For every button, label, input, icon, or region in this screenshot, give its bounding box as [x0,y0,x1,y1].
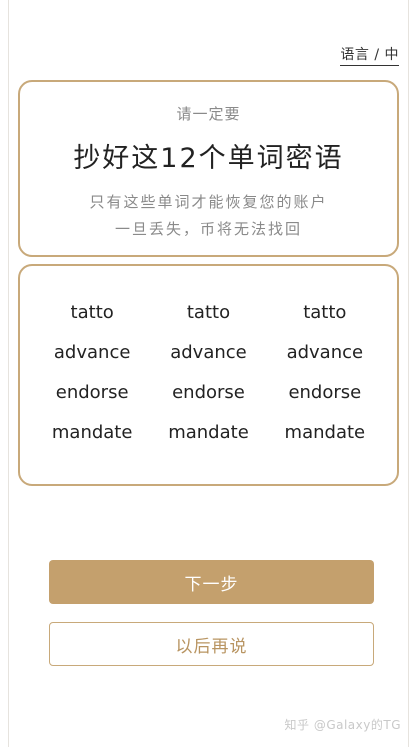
warning-title: 抄好这12个单词密语 [73,143,344,174]
mnemonic-word: tatto [186,302,231,323]
mnemonic-word: advance [286,342,364,363]
language-switch-link[interactable]: 语言 / 中 [340,44,399,66]
next-step-button[interactable]: 下一步 [49,560,374,604]
mnemonic-word: tatto [303,302,347,323]
warning-subtitle: 请一定要 [176,105,241,123]
mnemonic-word: advance [170,342,247,363]
later-button[interactable]: 以后再说 [49,622,374,666]
mnemonic-word: endorse [55,382,129,403]
warning-card: 请一定要 抄好这12个单词密语 只有这些单词才能恢复您的账户 一旦丢失，币将无法… [18,80,399,257]
mnemonic-word: endorse [288,382,362,403]
mnemonic-word: advance [53,342,131,363]
mnemonic-words-grid: tatto tatto tatto advance advance advanc… [34,302,383,444]
mnemonic-word: endorse [172,382,245,403]
warning-line-1: 只有这些单词才能恢复您的账户 [89,193,328,211]
warning-line-2: 一旦丢失，币将无法找回 [114,220,302,238]
mnemonic-word: mandate [51,422,133,443]
next-step-label: 下一步 [184,574,239,595]
mnemonic-word: tatto [70,302,114,323]
mnemonic-word: mandate [284,422,366,443]
mnemonic-words-card: tatto tatto tatto advance advance advanc… [18,264,399,486]
mnemonic-word: mandate [168,422,249,443]
later-label: 以后再说 [175,636,248,657]
watermark: 知乎 @Galaxy的TG [284,718,401,732]
